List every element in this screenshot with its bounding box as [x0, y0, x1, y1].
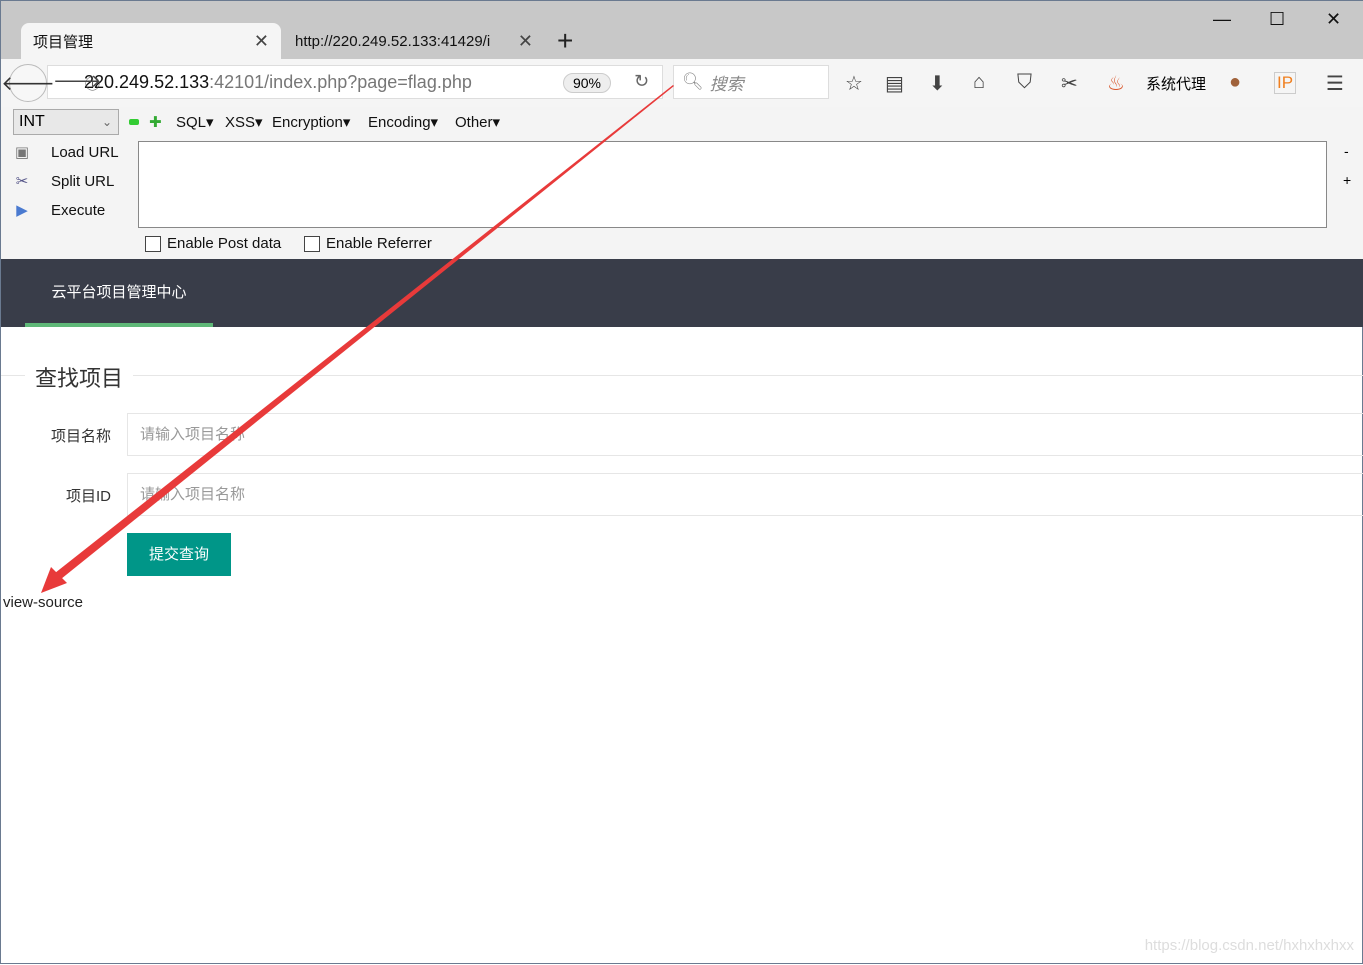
annotation-arrow — [41, 85, 674, 593]
arrow-shaft — [55, 85, 674, 579]
